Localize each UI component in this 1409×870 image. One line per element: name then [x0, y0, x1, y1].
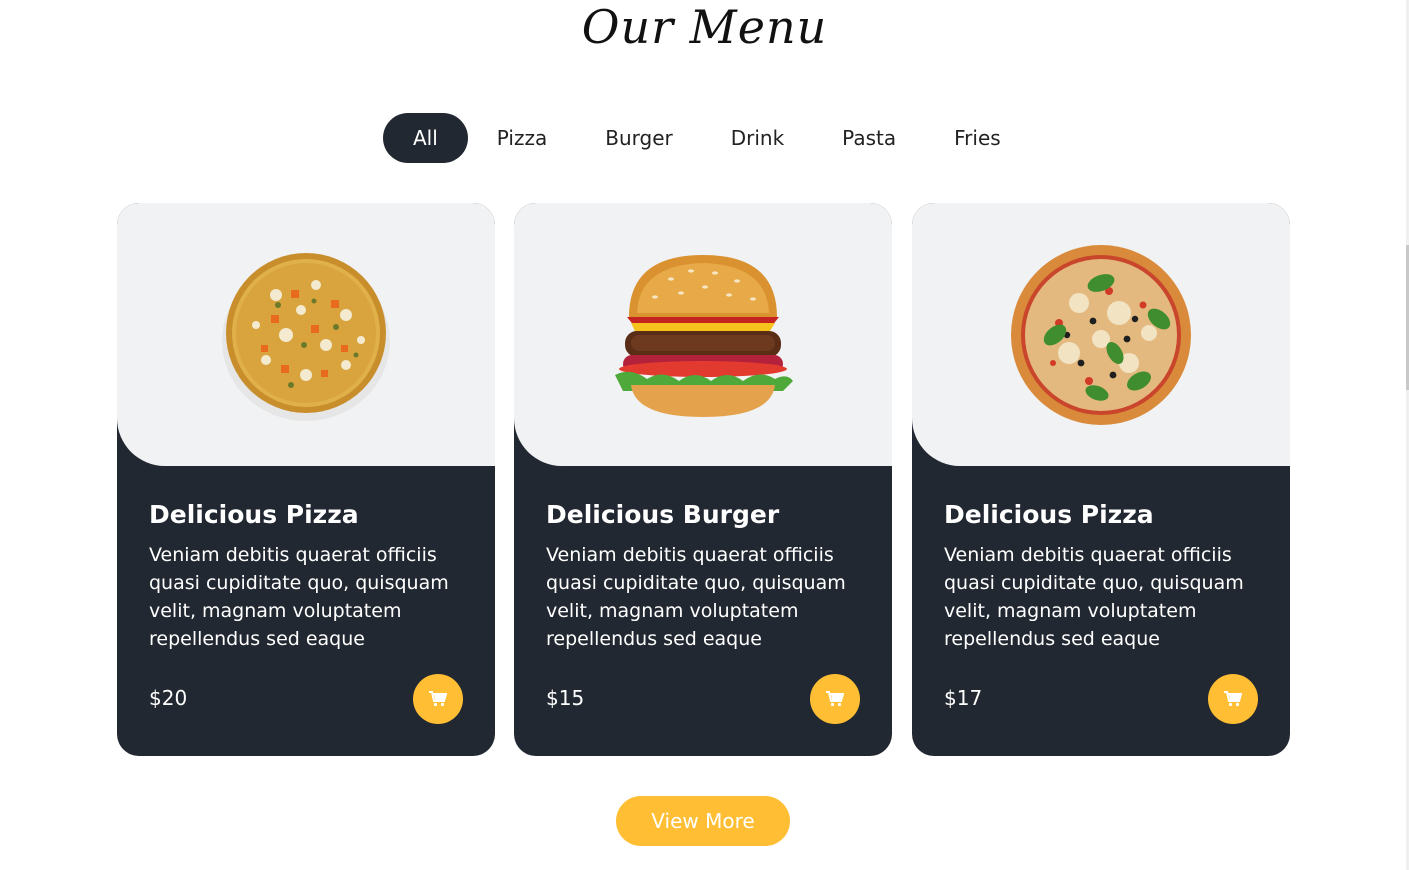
add-to-cart-button[interactable]	[810, 674, 860, 724]
card-title: Delicious Burger	[546, 500, 780, 529]
veggie-pizza-image	[222, 252, 390, 421]
card-price: $20	[149, 686, 188, 710]
card-description: Veniam debitis quaerat officiis quasi cu…	[546, 544, 846, 650]
card-title: Delicious Pizza	[944, 500, 1154, 529]
basil-pizza-image	[1011, 244, 1191, 425]
cart-icon	[1224, 691, 1242, 707]
card-description: Veniam debitis quaerat officiis quasi cu…	[149, 544, 449, 650]
filter-pasta[interactable]: Pasta	[813, 113, 925, 163]
card-price: $15	[546, 686, 585, 710]
card-title: Delicious Pizza	[149, 500, 359, 529]
card-description: Veniam debitis quaerat officiis quasi cu…	[944, 544, 1244, 650]
cart-icon	[429, 691, 447, 707]
card-image-panel	[117, 203, 495, 466]
cart-icon	[826, 691, 844, 707]
filter-drink[interactable]: Drink	[702, 113, 813, 163]
menu-card-burger: Delicious Burger Veniam debitis quaerat …	[514, 203, 892, 756]
filter-burger[interactable]: Burger	[576, 113, 702, 163]
filter-pizza[interactable]: Pizza	[468, 113, 576, 163]
card-body: Delicious Burger Veniam debitis quaerat …	[546, 493, 866, 653]
card-image-panel	[912, 203, 1290, 466]
card-price: $17	[944, 686, 983, 710]
menu-card-pizza-1: Delicious Pizza Veniam debitis quaerat o…	[117, 203, 495, 756]
add-to-cart-button[interactable]	[1208, 674, 1258, 724]
filter-fries[interactable]: Fries	[925, 113, 1030, 163]
card-image-panel	[514, 203, 892, 466]
menu-filters: All Pizza Burger Drink Pasta Fries	[383, 113, 1030, 163]
view-more-button[interactable]: View More	[616, 796, 790, 846]
card-body: Delicious Pizza Veniam debitis quaerat o…	[944, 493, 1264, 653]
card-body: Delicious Pizza Veniam debitis quaerat o…	[149, 493, 469, 653]
page-title: Our Menu	[581, 0, 828, 54]
burger-image	[615, 254, 793, 417]
menu-card-pizza-2: Delicious Pizza Veniam debitis quaerat o…	[912, 203, 1290, 756]
filter-all[interactable]: All	[383, 113, 468, 163]
add-to-cart-button[interactable]	[413, 674, 463, 724]
